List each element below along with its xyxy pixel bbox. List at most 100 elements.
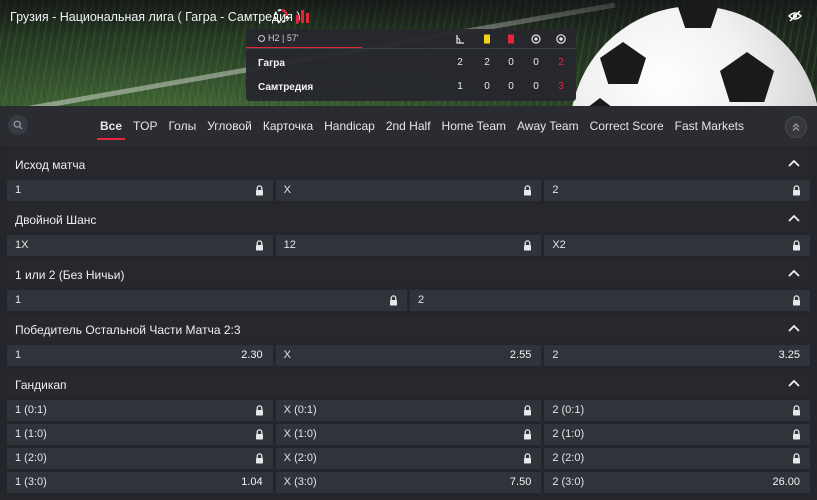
tab-10[interactable]: Fast Markets xyxy=(675,119,744,133)
odds-button[interactable]: 1 (1:0) xyxy=(7,424,273,445)
odds-button[interactable]: X (3:0) 7.50 xyxy=(275,472,542,493)
odds-row: 1 X 2 xyxy=(7,180,811,201)
tab-0[interactable]: Все xyxy=(96,119,126,140)
statistics-icon[interactable] xyxy=(295,9,311,23)
chevron-up-icon[interactable] xyxy=(788,324,800,332)
chevron-up-icon[interactable] xyxy=(788,379,800,387)
odds-button[interactable]: 1 xyxy=(7,180,273,201)
odds-button[interactable]: 2 xyxy=(544,180,811,201)
tab-8[interactable]: Away Team xyxy=(517,119,579,133)
outcome-label: 1 xyxy=(15,349,22,361)
tab-3[interactable]: Угловой xyxy=(207,119,252,133)
tab-2[interactable]: Голы xyxy=(168,119,196,133)
odds-value: 2.55 xyxy=(509,349,532,361)
odds-value: 7.50 xyxy=(509,476,532,488)
odds-button[interactable]: 1 (3:0) 1.04 xyxy=(7,472,273,493)
odds-row: 1 (1:0) X (1:0) 2 (1:0) xyxy=(7,424,811,445)
tab-5[interactable]: Handicap xyxy=(324,119,375,133)
lock-icon xyxy=(523,453,532,464)
market-header[interactable]: Двойной Шанс xyxy=(7,205,810,232)
odds-button[interactable]: X (1:0) xyxy=(275,424,542,445)
away-corners: 1 xyxy=(457,81,463,92)
yellow-card-icon xyxy=(484,34,490,44)
home-penalties: 0 xyxy=(533,57,539,68)
search-button[interactable] xyxy=(8,115,28,135)
outcome-label: 2 (0:1) xyxy=(552,404,585,416)
outcome-label: 1 xyxy=(15,294,22,306)
outcome-label: X2 xyxy=(552,239,566,251)
collapse-all-button[interactable] xyxy=(785,116,807,138)
outcome-label: X (2:0) xyxy=(283,452,317,464)
odds-button[interactable]: 1X xyxy=(7,235,273,256)
odds-button[interactable]: 2 (0:1) xyxy=(544,400,811,421)
odds-button[interactable]: X xyxy=(275,180,542,201)
tab-1[interactable]: TOP xyxy=(133,119,157,133)
odds-button[interactable]: 1 (0:1) xyxy=(7,400,273,421)
home-team-name: Гагра xyxy=(258,58,285,69)
corner-icon xyxy=(456,35,464,44)
lock-icon xyxy=(792,429,801,440)
tab-4[interactable]: Карточка xyxy=(263,119,313,133)
outcome-label: X (0:1) xyxy=(283,404,317,416)
hide-eye-icon[interactable] xyxy=(788,10,802,22)
lock-icon xyxy=(389,295,398,306)
odds-button[interactable]: 12 xyxy=(275,235,542,256)
outcome-label: X xyxy=(283,349,292,361)
odds-button[interactable]: 2 (3:0) 26.00 xyxy=(544,472,811,493)
odds-button[interactable]: 2 (2:0) xyxy=(544,448,811,469)
away-score: 3 xyxy=(558,81,564,92)
odds-value: 1.04 xyxy=(241,476,263,488)
header-icons[interactable] xyxy=(273,8,311,24)
chevron-up-icon[interactable] xyxy=(788,269,800,277)
market-title: 1 или 2 (Без Ничьи) xyxy=(15,268,125,282)
lock-icon xyxy=(792,185,801,196)
home-score: 2 xyxy=(558,57,564,68)
odds-row: 1 (2:0) X (2:0) 2 (2:0) xyxy=(7,448,811,469)
odds-button[interactable]: X (0:1) xyxy=(275,400,542,421)
chevron-up-icon[interactable] xyxy=(788,214,800,222)
tab-9[interactable]: Correct Score xyxy=(590,119,664,133)
outcome-label: 2 (3:0) xyxy=(552,476,585,488)
odds-button[interactable]: 1 2.30 xyxy=(7,345,273,366)
odds-button[interactable]: X 2.55 xyxy=(275,345,542,366)
double-chevron-up-icon xyxy=(792,123,800,131)
odds-button[interactable]: 1 xyxy=(7,290,407,311)
tab-7[interactable]: Home Team xyxy=(442,119,506,133)
outcome-label: X xyxy=(283,184,292,196)
outcome-label: 1 (1:0) xyxy=(15,428,47,440)
market-header[interactable]: Гандикап xyxy=(7,370,810,397)
outcome-label: 2 (1:0) xyxy=(552,428,585,440)
lock-icon xyxy=(255,453,264,464)
lock-icon xyxy=(792,405,801,416)
outcome-label: 12 xyxy=(283,239,296,251)
market-header[interactable]: 1 или 2 (Без Ничьи) xyxy=(7,260,810,287)
stopwatch-icon xyxy=(258,35,265,42)
market-header[interactable]: Исход матча xyxy=(7,150,810,177)
outcome-label: X (1:0) xyxy=(283,428,317,440)
outcome-label: 1 xyxy=(15,184,22,196)
odds-button[interactable]: X (2:0) xyxy=(275,448,542,469)
odds-value: 3.25 xyxy=(778,349,801,361)
lock-icon xyxy=(523,405,532,416)
odds-button[interactable]: X2 xyxy=(544,235,811,256)
lock-icon xyxy=(523,185,532,196)
odds-button[interactable]: 2 3.25 xyxy=(544,345,811,366)
lock-icon xyxy=(523,240,532,251)
odds-button[interactable]: 2 (1:0) xyxy=(544,424,811,445)
market-title: Гандикап xyxy=(15,378,67,392)
lock-icon xyxy=(255,405,264,416)
lock-icon xyxy=(255,429,264,440)
away-yellow-cards: 0 xyxy=(484,81,490,92)
tab-6[interactable]: 2nd Half xyxy=(386,119,431,133)
lock-icon xyxy=(523,429,532,440)
odds-value: 26.00 xyxy=(772,476,801,488)
penalty-icon xyxy=(531,34,541,44)
outcome-label: 1 (3:0) xyxy=(15,476,47,488)
live-tracker-icon[interactable] xyxy=(273,8,289,24)
away-penalties: 0 xyxy=(533,81,539,92)
market-header[interactable]: Победитель Остальной Части Матча 2:3 xyxy=(7,315,810,342)
odds-button[interactable]: 2 xyxy=(410,290,810,311)
odds-button[interactable]: 1 (2:0) xyxy=(7,448,273,469)
outcome-label: 2 xyxy=(552,184,559,196)
chevron-up-icon[interactable] xyxy=(788,159,800,167)
